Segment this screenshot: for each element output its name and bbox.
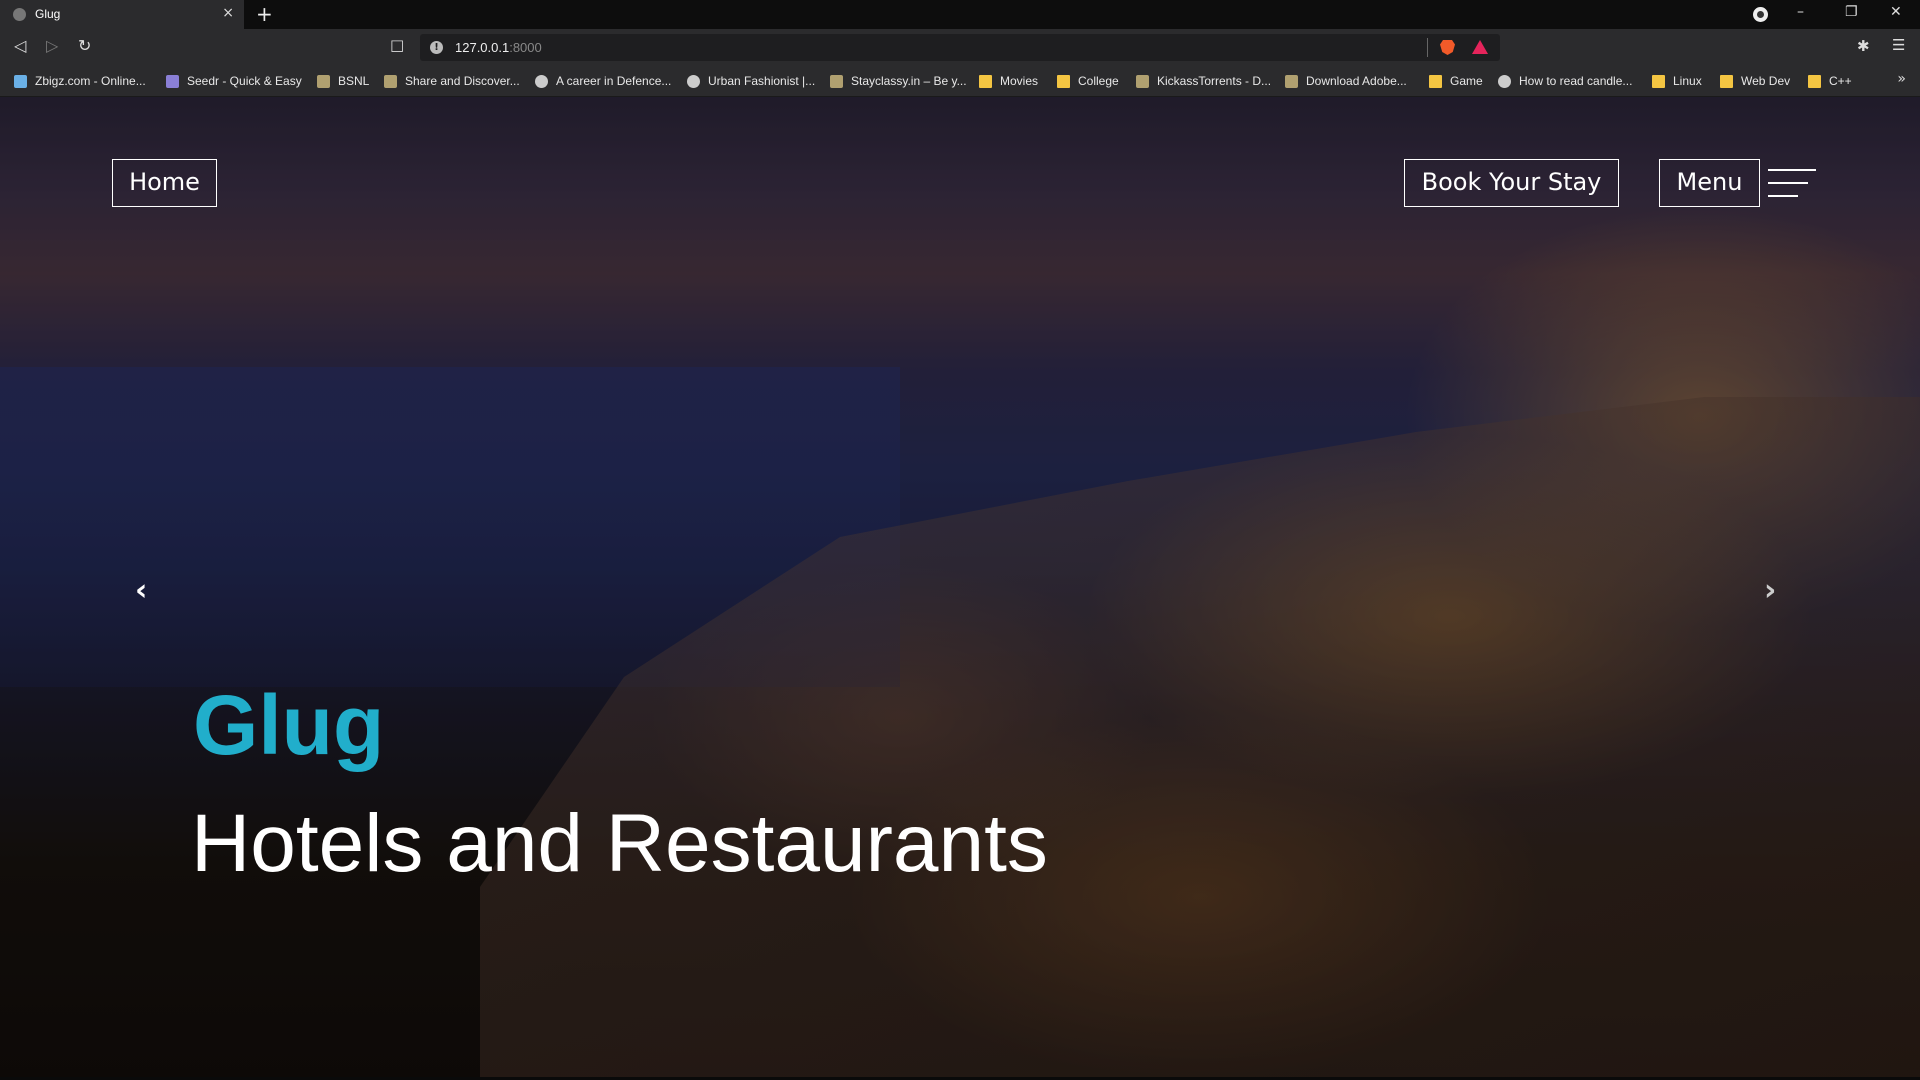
omnibox-divider [1427, 38, 1428, 57]
bookmark-favicon-icon [1498, 74, 1511, 88]
bookmark-favicon-icon [535, 74, 548, 88]
bookmark-item[interactable]: Web Dev [1720, 73, 1790, 89]
bookmark-favicon-icon [1136, 74, 1149, 88]
bookmark-label: Linux [1673, 74, 1702, 88]
bookmark-favicon-icon [1285, 74, 1298, 88]
folder-icon [1429, 74, 1442, 88]
bookmark-label: BSNL [338, 74, 370, 88]
bookmark-label: How to read candle... [1519, 74, 1633, 88]
navigation-bar: ◁ ▷ ↻ □ ! 127.0.0.1:8000 ✱ ☰ [0, 29, 1920, 65]
close-window-icon[interactable]: ✕ [1890, 4, 1902, 20]
bookmark-label: Seedr - Quick & Easy [187, 74, 302, 88]
folder-icon [1720, 74, 1733, 88]
bookmark-item[interactable]: Game [1429, 73, 1483, 89]
bookmark-item[interactable]: Share and Discover... [384, 73, 520, 89]
hero-overlay [0, 97, 1920, 1080]
new-tab-button[interactable]: + [256, 2, 273, 26]
bookmark-item[interactable]: College [1057, 73, 1119, 89]
menu-button[interactable]: Menu [1659, 159, 1760, 207]
bookmark-item[interactable]: BSNL [317, 73, 369, 89]
brave-shields-icon[interactable] [1440, 40, 1455, 55]
bookmark-label: Stayclassy.in – Be y... [851, 74, 967, 88]
folder-icon [1057, 74, 1070, 88]
bookmark-item[interactable]: Urban Fashionist |... [687, 73, 815, 89]
bookmark-label: C++ [1829, 74, 1852, 88]
bookmark-label: Game [1450, 74, 1483, 88]
bookmark-item[interactable]: A career in Defence... [535, 73, 671, 89]
book-your-stay-button[interactable]: Book Your Stay [1404, 159, 1619, 207]
tab-favicon-icon [13, 8, 26, 21]
forward-icon[interactable]: ▷ [46, 36, 58, 55]
site-info-icon[interactable]: ! [430, 41, 443, 54]
bookmark-item[interactable]: How to read candle... [1498, 73, 1632, 89]
restore-icon[interactable]: ❐ [1845, 4, 1858, 20]
tab-close-icon[interactable]: × [222, 5, 234, 21]
bookmark-favicon-icon [384, 74, 397, 88]
back-icon[interactable]: ◁ [14, 36, 26, 55]
bookmark-label: KickassTorrents - D... [1157, 74, 1272, 88]
bookmark-item[interactable]: Stayclassy.in – Be y... [830, 73, 967, 89]
url-text[interactable]: 127.0.0.1:8000 [455, 40, 542, 55]
extensions-icon[interactable]: ✱ [1857, 37, 1870, 55]
folder-icon [1652, 74, 1665, 88]
bookmark-favicon-icon [14, 74, 27, 88]
bookmark-favicon-icon [687, 74, 700, 88]
bookmark-label: Urban Fashionist |... [708, 74, 816, 88]
carousel-prev-icon[interactable]: ‹ [135, 573, 147, 608]
tab-bar: Glug × + – ❐ ✕ [0, 0, 1920, 29]
browser-tab[interactable]: Glug × [0, 0, 244, 29]
bookmark-label: Movies [1000, 74, 1039, 88]
bookmark-page-icon[interactable]: □ [390, 36, 404, 54]
bookmark-item[interactable]: C++ [1808, 73, 1852, 89]
bookmark-item[interactable]: Seedr - Quick & Easy [166, 73, 302, 89]
brand-title: Glug [193, 678, 385, 772]
bookmark-label: A career in Defence... [556, 74, 672, 88]
brave-rewards-icon[interactable] [1472, 40, 1488, 54]
carousel-next-icon[interactable]: › [1764, 573, 1776, 608]
bookmark-item[interactable]: Zbigz.com - Online... [14, 73, 146, 89]
bookmark-label: College [1078, 74, 1119, 88]
profile-icon[interactable] [1753, 7, 1768, 22]
address-bar[interactable]: ! 127.0.0.1:8000 [420, 34, 1500, 61]
bookmark-item[interactable]: KickassTorrents - D... [1136, 73, 1271, 89]
bookmark-label: Zbigz.com - Online... [35, 74, 146, 88]
bookmark-item[interactable]: Movies [979, 73, 1038, 89]
hamburger-icon[interactable] [1768, 169, 1816, 199]
bookmark-favicon-icon [830, 74, 843, 88]
url-port: :8000 [509, 40, 542, 55]
bookmark-favicon-icon [317, 74, 330, 88]
bookmarks-overflow-icon[interactable]: » [1897, 71, 1906, 87]
minimize-icon[interactable]: – [1797, 4, 1804, 20]
browser-menu-icon[interactable]: ☰ [1892, 36, 1905, 54]
bookmark-label: Share and Discover... [405, 74, 520, 88]
bookmark-item[interactable]: Linux [1652, 73, 1702, 89]
bookmark-item[interactable]: Download Adobe... [1285, 73, 1407, 89]
hero-tagline: Hotels and Restaurants [191, 798, 1048, 889]
bookmark-favicon-icon [166, 74, 179, 88]
tab-title: Glug [35, 7, 61, 21]
bookmark-label: Download Adobe... [1306, 74, 1407, 88]
reload-icon[interactable]: ↻ [78, 36, 91, 55]
bookmarks-bar: Zbigz.com - Online... Seedr - Quick & Eas… [0, 65, 1920, 97]
url-host: 127.0.0.1 [455, 40, 510, 55]
folder-icon [979, 74, 992, 88]
home-button[interactable]: Home [112, 159, 217, 207]
hero-section: Home Book Your Stay Menu ‹ › Glug Hotels… [0, 97, 1920, 1080]
bookmark-label: Web Dev [1741, 74, 1791, 88]
folder-icon [1808, 74, 1821, 88]
